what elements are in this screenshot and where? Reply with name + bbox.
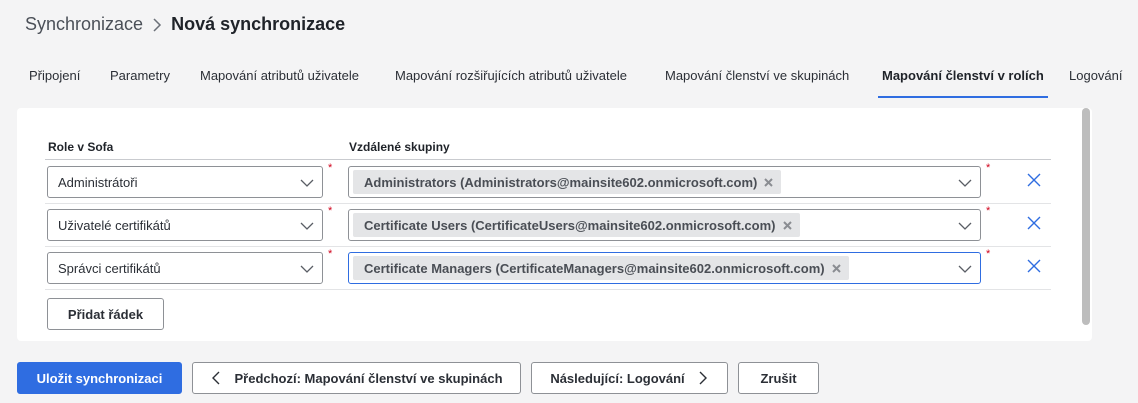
group-multiselect[interactable]: Administrators (Administrators@mainsite6… bbox=[348, 166, 981, 198]
required-marker: * bbox=[328, 205, 333, 217]
breadcrumb-parent[interactable]: Synchronizace bbox=[25, 14, 143, 35]
chevron-down-icon bbox=[958, 179, 972, 187]
chevron-right-icon bbox=[699, 371, 707, 385]
tab-logovani[interactable]: Logování bbox=[1069, 58, 1123, 98]
tab-mapovani-atributu[interactable]: Mapování atributů uživatele bbox=[200, 58, 359, 98]
role-select[interactable]: Uživatelé certifikátů bbox=[47, 209, 323, 241]
next-step-label: Následující: Logování bbox=[550, 370, 685, 386]
group-multiselect[interactable]: Certificate Managers (CertificateManager… bbox=[348, 252, 981, 284]
role-select[interactable]: Administrátoři bbox=[47, 166, 323, 198]
tab-mapovani-rozsirujicich-atributu[interactable]: Mapování rozšiřujících atributů uživatel… bbox=[395, 58, 627, 98]
previous-step-label: Předchozí: Mapování členství ve skupinác… bbox=[234, 370, 503, 386]
chevron-down-icon bbox=[300, 265, 314, 273]
tab-pripojeni[interactable]: Připojení bbox=[29, 58, 80, 98]
required-marker: * bbox=[986, 248, 991, 260]
role-select-value: Správci certifikátů bbox=[58, 260, 161, 276]
chevron-left-icon bbox=[212, 371, 220, 385]
save-sync-button[interactable]: Uložit synchronizaci bbox=[17, 362, 182, 394]
chip-remove-icon[interactable] bbox=[764, 177, 774, 187]
required-marker: * bbox=[986, 205, 991, 217]
group-chip-label: Certificate Managers (CertificateManager… bbox=[364, 260, 825, 276]
next-step-button[interactable]: Následující: Logování bbox=[531, 362, 728, 394]
role-select[interactable]: Správci certifikátů bbox=[47, 252, 323, 284]
breadcrumb: Synchronizace Nová synchronizace bbox=[25, 14, 345, 35]
tab-mapovani-clenstvi-skupiny[interactable]: Mapování členství ve skupinách bbox=[665, 58, 849, 98]
group-chip: Certificate Users (CertificateUsers@main… bbox=[353, 213, 800, 237]
chevron-down-icon bbox=[300, 222, 314, 230]
required-marker: * bbox=[328, 162, 333, 174]
chevron-down-icon bbox=[300, 179, 314, 187]
chevron-down-icon bbox=[958, 222, 972, 230]
group-chip-label: Certificate Users (CertificateUsers@main… bbox=[364, 217, 776, 233]
tab-parametry[interactable]: Parametry bbox=[110, 58, 170, 98]
previous-step-button[interactable]: Předchozí: Mapování členství ve skupinác… bbox=[192, 362, 521, 394]
delete-row-icon[interactable] bbox=[1026, 215, 1042, 231]
cancel-button[interactable]: Zrušit bbox=[738, 362, 819, 394]
required-marker: * bbox=[328, 248, 333, 260]
tab-mapovani-clenstvi-role[interactable]: Mapování členství v rolích bbox=[878, 58, 1048, 98]
required-marker: * bbox=[986, 162, 991, 174]
page-title: Nová synchronizace bbox=[171, 14, 346, 34]
role-select-value: Administrátoři bbox=[58, 174, 138, 190]
row-divider bbox=[45, 203, 1051, 204]
chip-remove-icon[interactable] bbox=[782, 220, 792, 230]
scrollbar[interactable] bbox=[1082, 108, 1090, 325]
add-row-button[interactable]: Přidat řádek bbox=[47, 298, 164, 330]
group-chip-label: Administrators (Administrators@mainsite6… bbox=[364, 174, 758, 190]
tab-bar: Připojení Parametry Mapování atributů už… bbox=[0, 58, 1138, 98]
group-chip: Certificate Managers (CertificateManager… bbox=[353, 256, 849, 280]
column-header-role: Role v Sofa bbox=[48, 140, 114, 154]
row-divider bbox=[45, 289, 1051, 290]
row-divider bbox=[45, 246, 1051, 247]
chevron-down-icon bbox=[958, 265, 972, 273]
role-select-value: Uživatelé certifikátů bbox=[58, 217, 171, 233]
delete-row-icon[interactable] bbox=[1026, 172, 1042, 188]
chevron-right-icon bbox=[152, 17, 162, 32]
column-header-groups: Vzdálené skupiny bbox=[349, 140, 450, 154]
header-divider bbox=[45, 159, 1051, 160]
delete-row-icon[interactable] bbox=[1026, 258, 1042, 274]
group-multiselect[interactable]: Certificate Users (CertificateUsers@main… bbox=[348, 209, 981, 241]
chip-remove-icon[interactable] bbox=[831, 263, 841, 273]
group-chip: Administrators (Administrators@mainsite6… bbox=[353, 170, 782, 194]
